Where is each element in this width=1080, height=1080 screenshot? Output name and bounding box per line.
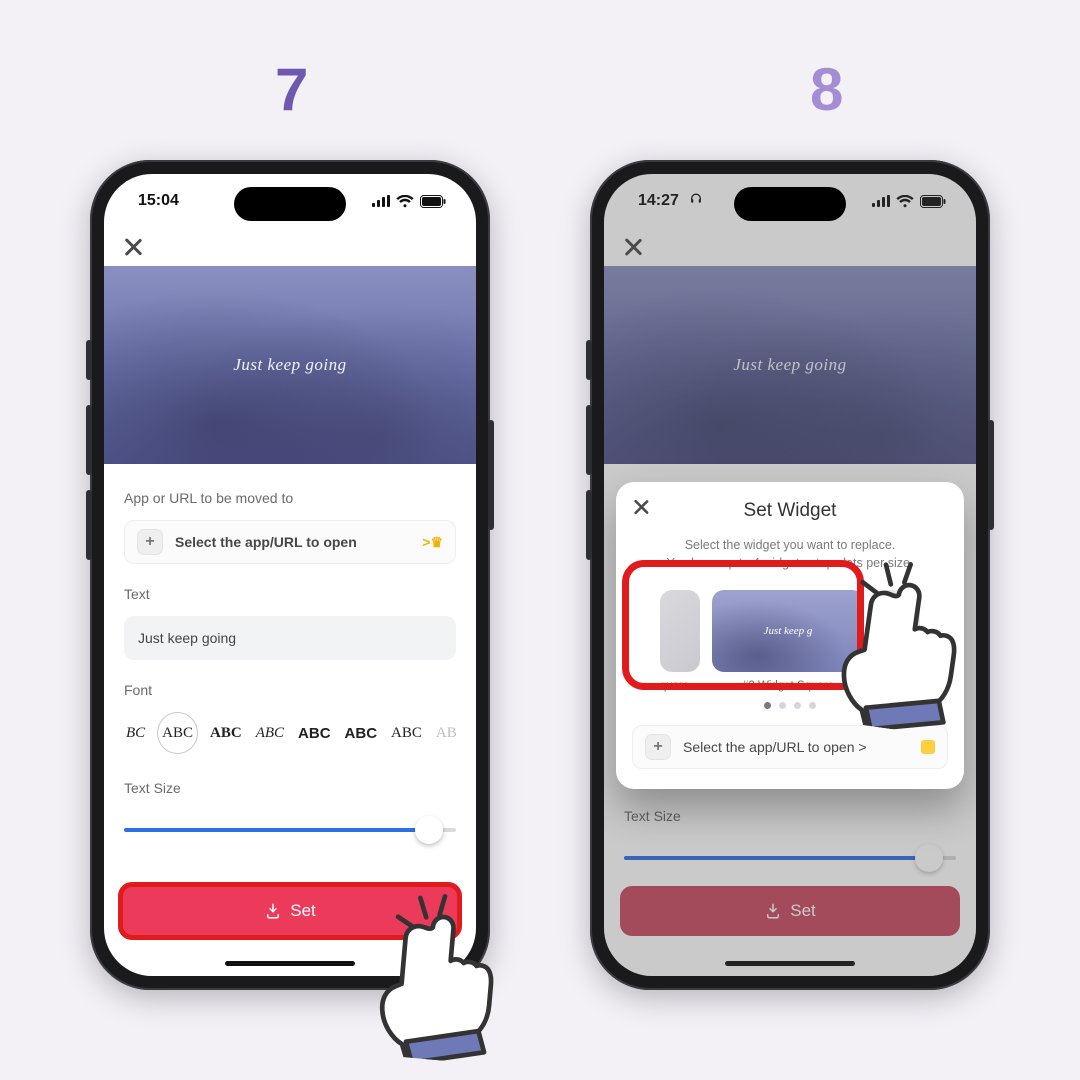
font-option[interactable]: ABC [208, 721, 244, 746]
popup-close-icon[interactable] [632, 498, 651, 517]
popup-title: Set Widget [632, 500, 948, 522]
widget-preview-text: Just keep going [233, 355, 346, 375]
select-app-label: Select the app/URL to open [175, 534, 410, 550]
popup-select-app-button[interactable]: + Select the app/URL to open > [632, 725, 948, 769]
widget-slot-next-caption: W [876, 680, 920, 692]
text-input[interactable]: Just keep going [124, 616, 456, 660]
plus-icon: + [137, 529, 163, 555]
font-option[interactable]: ABC [389, 721, 424, 746]
wifi-icon [396, 195, 414, 208]
premium-badge-icon [921, 740, 935, 754]
set-widget-popup: Set Widget Select the widget you want to… [616, 482, 964, 789]
widget-preview: Just keep going [104, 266, 476, 464]
set-button-label: Set [290, 901, 316, 921]
widget-slot-2-caption: #2 Widget Square [712, 680, 864, 692]
dynamic-island [234, 187, 346, 221]
font-picker[interactable]: BC ABC ABC ABC ABC ABC ABC ABC AB [124, 712, 456, 754]
label-text: Text [124, 586, 456, 602]
set-button[interactable]: Set [120, 886, 460, 936]
font-option[interactable]: ABC [296, 721, 333, 746]
label-text-size: Text Size [124, 780, 456, 796]
font-option-selected[interactable]: ABC [157, 712, 198, 754]
font-option[interactable]: BC [124, 721, 147, 746]
download-icon [264, 902, 282, 920]
text-size-slider[interactable] [124, 820, 456, 840]
popup-select-app-label: Select the app/URL to open > [683, 739, 909, 755]
page-dots [632, 702, 948, 709]
widget-slot-prev[interactable]: quare [660, 590, 700, 692]
select-app-button[interactable]: + Select the app/URL to open >♛ [124, 520, 456, 564]
font-option[interactable]: ABC [434, 721, 456, 746]
widget-slot-2-preview-text: Just keep g [764, 625, 813, 637]
dynamic-island [734, 187, 846, 221]
phone-step-7: 15:04 Just keep going [90, 160, 490, 990]
battery-icon [420, 195, 446, 208]
popup-desc-2: You have up to 4 widget setup slots per … [632, 554, 948, 572]
font-option[interactable]: ABC [254, 721, 286, 746]
status-time: 15:04 [138, 192, 179, 210]
close-icon[interactable] [122, 236, 144, 258]
step-number-7: 7 [275, 55, 308, 124]
premium-crown-icon: >♛ [422, 534, 443, 551]
label-font: Font [124, 682, 456, 698]
widget-slot-next[interactable]: W [876, 590, 920, 692]
widget-slot-2[interactable]: Just keep g #2 Widget Square [712, 590, 864, 692]
popup-desc-1: Select the widget you want to replace. [632, 536, 948, 554]
plus-icon: + [645, 734, 671, 760]
cellular-signal-icon [372, 195, 390, 207]
label-app-url: App or URL to be moved to [124, 490, 456, 506]
home-indicator [225, 961, 355, 966]
step-number-8: 8 [810, 55, 843, 124]
font-option[interactable]: ABC [343, 721, 380, 746]
phone-step-8: 14:27 [590, 160, 990, 990]
widget-slot-prev-caption: quare [660, 680, 700, 692]
